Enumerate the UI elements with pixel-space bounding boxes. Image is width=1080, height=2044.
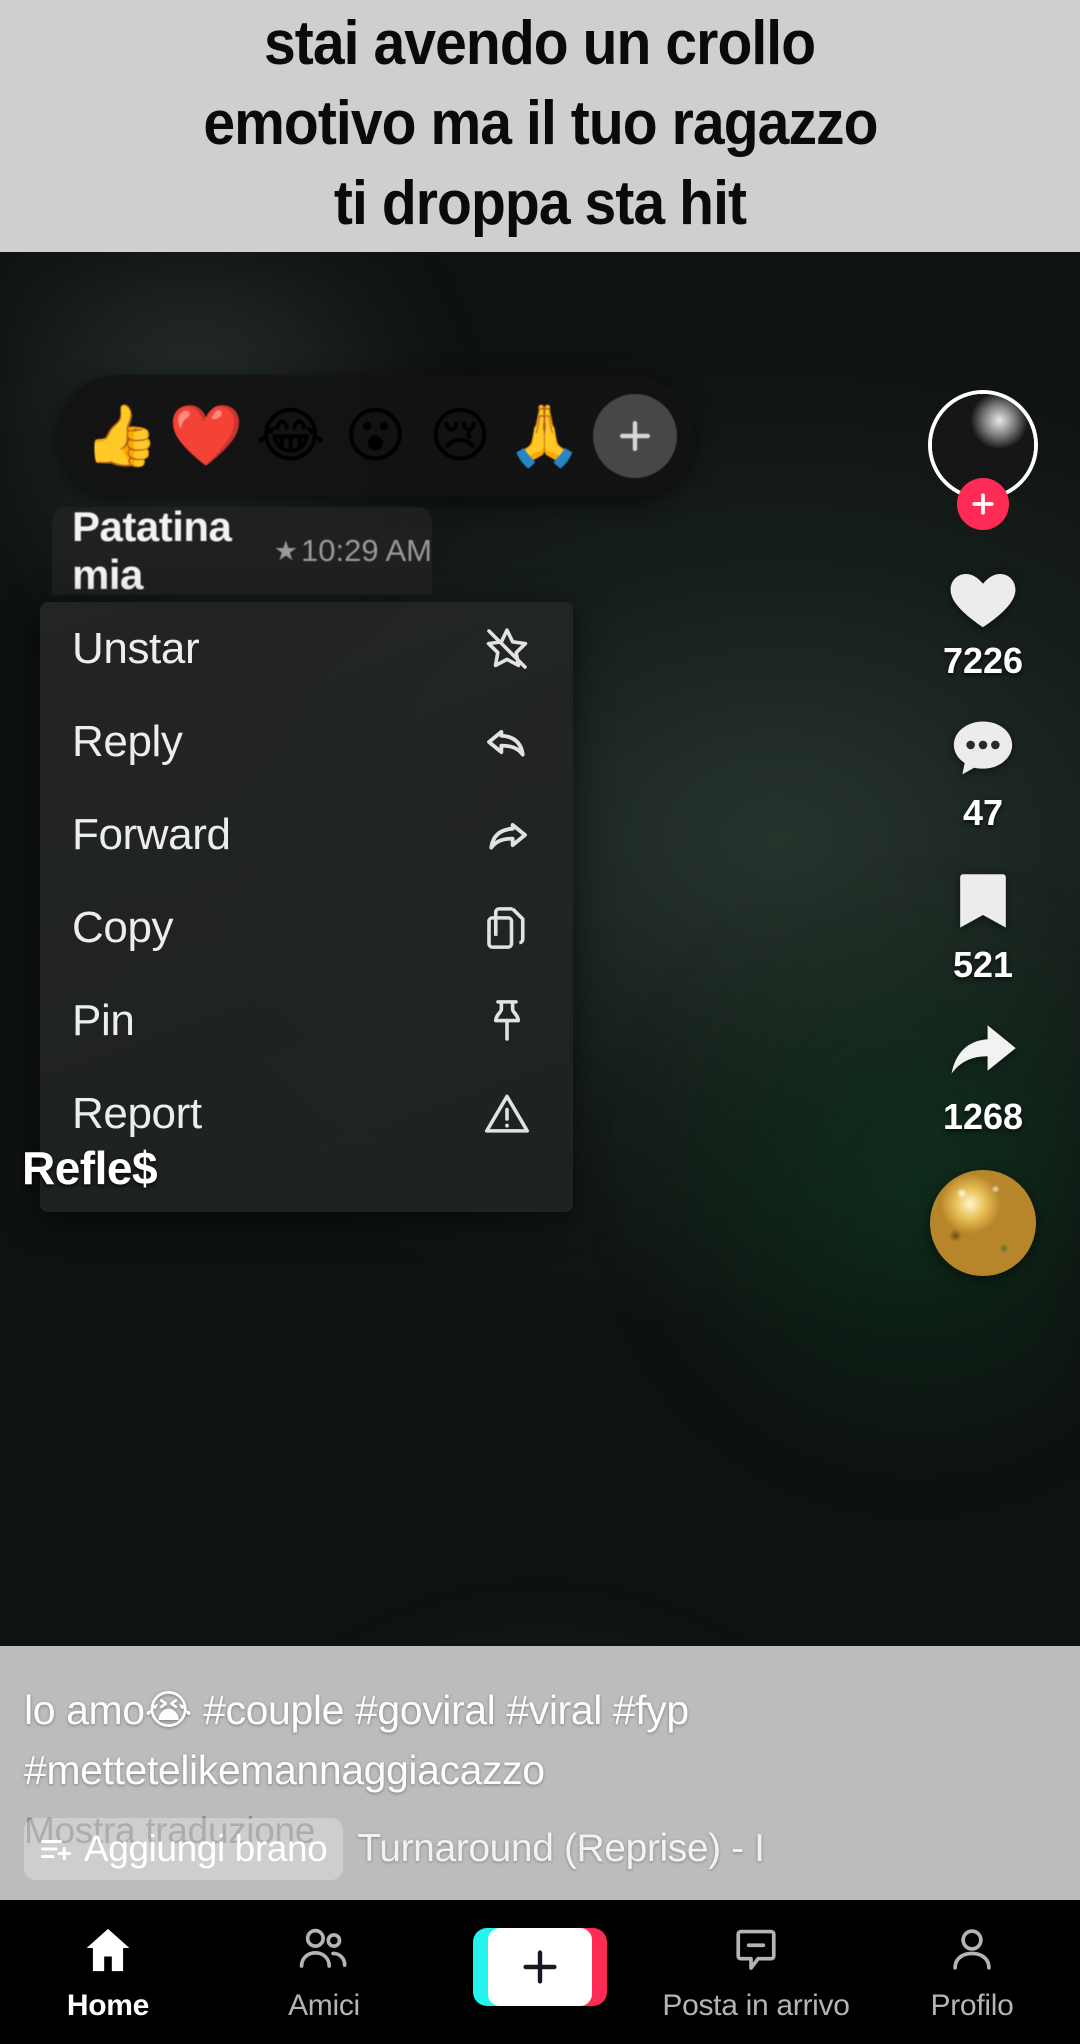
- music-row: Aggiungi brano Turnaround (Reprise) - I: [24, 1818, 765, 1880]
- bottom-navigation-bar: Home Amici Posta in arrivo Profilo: [0, 1900, 1080, 2044]
- nav-item-profile[interactable]: Profilo: [864, 1921, 1080, 2023]
- add-song-label: Aggiungi brano: [84, 1828, 328, 1869]
- follow-button[interactable]: [957, 478, 1009, 530]
- menu-item-forward[interactable]: Forward: [40, 788, 573, 881]
- menu-item-copy[interactable]: Copy: [40, 881, 573, 974]
- inbox-icon: [730, 1921, 782, 1979]
- nav-item-create[interactable]: [432, 1928, 648, 2016]
- comment-icon[interactable]: [937, 704, 1029, 796]
- nav-item-label: Amici: [288, 1989, 360, 2022]
- joy-emoji[interactable]: 😂: [248, 406, 333, 466]
- nav-item-home[interactable]: Home: [0, 1921, 216, 2023]
- message-header: Patatina mia ★ 10:29 AM: [52, 503, 432, 598]
- copy-icon: [477, 898, 537, 958]
- menu-item-label: Copy: [72, 902, 174, 952]
- album-art: [930, 1170, 1036, 1276]
- comment-action[interactable]: 47: [937, 704, 1029, 834]
- meme-line-1: stai avendo un crollo: [264, 9, 816, 78]
- meme-line-2: emotivo ma il tuo ragazzo: [202, 89, 878, 158]
- emoji-reaction-bar[interactable]: 👍 ❤️ 😂 😮 😢 🙏: [57, 375, 693, 497]
- menu-item-unstar[interactable]: Unstar: [40, 602, 573, 695]
- like-action[interactable]: 7226: [937, 552, 1029, 682]
- menu-item-label: Pin: [72, 995, 135, 1045]
- red-heart-emoji[interactable]: ❤️: [164, 406, 249, 466]
- message-timestamp: 10:29 AM: [301, 533, 432, 568]
- share-count: 1268: [942, 1096, 1024, 1137]
- message-sender-name: Patatina mia: [72, 503, 232, 598]
- menu-item-label: Reply: [72, 716, 183, 766]
- folded-hands-emoji[interactable]: 🙏: [502, 406, 587, 466]
- menu-item-reply[interactable]: Reply: [40, 695, 573, 788]
- nav-item-label: Profilo: [930, 1989, 1014, 2022]
- star-icon: ★: [273, 535, 299, 566]
- pin-icon: [477, 991, 537, 1051]
- caption-panel: lo amo😭 #couple #goviral #viral #fyp #me…: [0, 1646, 1080, 1900]
- friends-icon: [296, 1921, 352, 1979]
- post-username[interactable]: Refle$: [22, 1141, 158, 1195]
- bookmark-action[interactable]: 521: [937, 856, 1029, 986]
- nav-item-friends[interactable]: Amici: [216, 1921, 432, 2023]
- meme-line-3: ti droppa sta hit: [333, 169, 747, 238]
- music-album-disc[interactable]: [930, 1170, 1036, 1276]
- caption-text[interactable]: lo amo😭 #couple #goviral #viral #fyp #me…: [24, 1680, 880, 1800]
- avatar-with-follow[interactable]: [928, 390, 1038, 530]
- plus-icon: [972, 493, 994, 515]
- reply-icon: [477, 712, 537, 772]
- home-icon: [81, 1921, 135, 1979]
- nav-item-label: Posta in arrivo: [662, 1989, 850, 2022]
- heart-icon[interactable]: [937, 552, 1029, 644]
- add-reaction-button[interactable]: [593, 394, 678, 478]
- menu-item-label: Forward: [72, 809, 231, 859]
- nav-item-inbox[interactable]: Posta in arrivo: [648, 1921, 864, 2023]
- plus-icon: [619, 420, 651, 452]
- thumbs-up-emoji[interactable]: 👍: [79, 406, 164, 466]
- open-mouth-emoji[interactable]: 😮: [333, 406, 418, 466]
- music-title[interactable]: Turnaround (Reprise) - I: [357, 1827, 765, 1871]
- bookmark-icon[interactable]: [937, 856, 1029, 948]
- plus-icon: [523, 1950, 557, 1984]
- message-meta: ★ 10:29 AM: [274, 533, 432, 569]
- message-context-menu[interactable]: Unstar Reply Forward Copy Pin Report: [40, 602, 573, 1212]
- add-song-button[interactable]: Aggiungi brano: [24, 1818, 344, 1880]
- forward-icon: [477, 805, 537, 865]
- comment-count: 47: [962, 792, 1004, 833]
- menu-item-pin[interactable]: Pin: [40, 974, 573, 1067]
- action-rail: 7226 47 521 1268: [908, 390, 1058, 1276]
- share-action[interactable]: 1268: [937, 1008, 1029, 1138]
- menu-item-label: Report: [72, 1088, 202, 1138]
- tiktok-video-screen: stai avendo un crollo emotivo ma il tuo …: [0, 0, 1080, 2044]
- create-button-inner: [488, 1928, 592, 2006]
- crying-emoji[interactable]: 😢: [418, 406, 503, 466]
- bookmark-count: 521: [952, 944, 1014, 985]
- playlist-add-icon: [41, 1840, 71, 1861]
- like-count: 7226: [942, 640, 1024, 681]
- menu-item-label: Unstar: [72, 623, 200, 673]
- share-arrow-icon[interactable]: [937, 1008, 1029, 1100]
- meme-text-banner: stai avendo un crollo emotivo ma il tuo …: [0, 0, 1080, 252]
- create-button[interactable]: [473, 1928, 607, 2006]
- unstar-icon: [477, 619, 537, 679]
- nav-item-label: Home: [66, 1989, 150, 2022]
- profile-icon: [946, 1921, 998, 1979]
- report-icon: [477, 1084, 537, 1144]
